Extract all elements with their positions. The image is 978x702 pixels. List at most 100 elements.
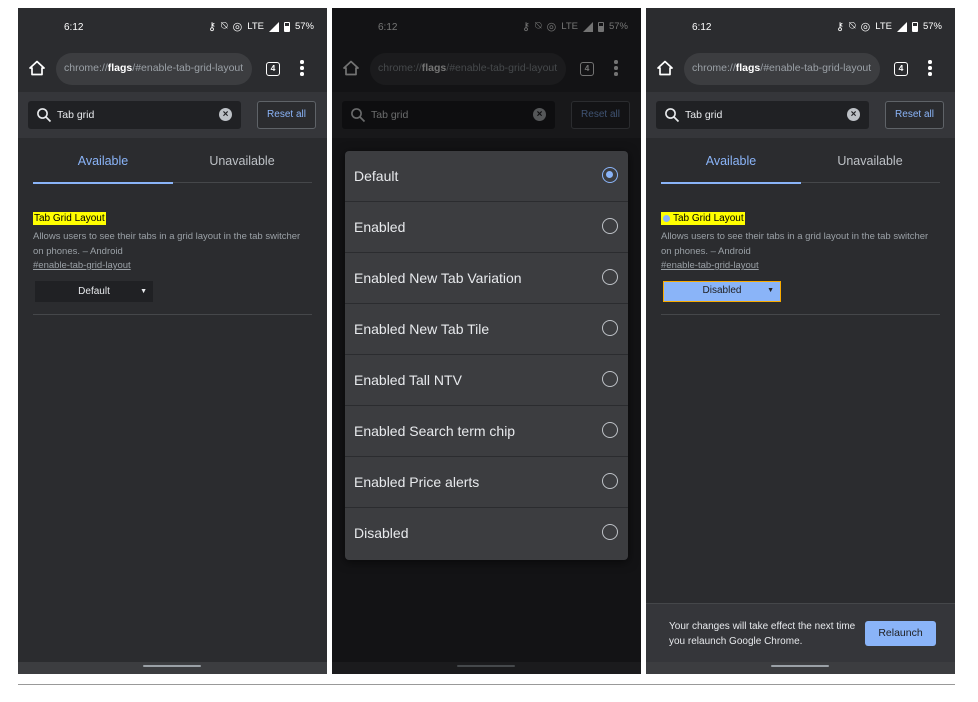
dropdown-option-label: Enabled [354,219,406,235]
search-input[interactable]: Tab grid × [28,101,241,129]
dropdown-option[interactable]: Default [345,151,628,202]
hotspot-icon: ◎ [860,21,871,33]
search-row: Tab grid × Reset all [18,92,327,138]
screenshot-dropdown-open: 6:12 ⚷ ⍉ ◎ LTE 57% chrome://flags/#enabl… [332,8,641,674]
flag-title: Tab Grid Layout [33,212,106,225]
reset-all-button[interactable]: Reset all [257,101,316,129]
flag-state-select[interactable]: Disabled ▼ [663,281,781,302]
url-scheme: chrome:// [64,62,108,74]
relaunch-button[interactable]: Relaunch [865,621,936,646]
flags-tab-bar: Available Unavailable [33,138,312,184]
battery-level: 57% [294,21,314,32]
notifications-off-icon: ⍉ [221,20,228,32]
flag-state-value: Default [78,286,110,297]
tab-available[interactable]: Available [33,138,173,184]
browser-toolbar: chrome://flags/#enable-tab-grid-layout 4 [18,46,327,92]
tab-available[interactable]: Available [661,138,801,184]
clear-search-icon[interactable]: × [219,108,232,121]
tab-unavailable[interactable]: Unavailable [800,138,940,183]
search-icon [665,108,680,123]
url-bar[interactable]: chrome://flags/#enable-tab-grid-layout [56,53,252,85]
radio-unselected-icon[interactable] [602,269,618,285]
search-icon [37,108,52,123]
signal-icon [896,21,907,32]
overflow-menu-icon[interactable] [299,60,305,78]
dropdown-option-label: Enabled Price alerts [354,474,480,490]
dropdown-option[interactable]: Enabled [345,202,628,253]
modified-dot-icon [663,214,670,222]
tab-unavailable[interactable]: Unavailable [172,138,312,183]
flag-title: Tab Grid Layout [661,212,745,225]
flag-description: Allows users to see their tabs in a grid… [33,231,301,257]
flag-title-text: Tab Grid Layout [673,213,744,224]
search-query: Tab grid [57,109,95,121]
tab-switcher-icon[interactable]: 4 [266,62,280,76]
relaunch-message: Your changes will take effect the next t… [669,621,856,647]
dropdown-option-label: Disabled [354,525,409,541]
network-label: LTE [247,21,264,32]
radio-selected-icon[interactable] [602,167,618,183]
radio-unselected-icon[interactable] [602,371,618,387]
flag-state-select[interactable]: Default ▼ [35,281,153,302]
url-path: /#enable-tab-grid-layout [760,62,872,74]
hotspot-icon: ◎ [232,21,243,33]
tab-switcher-icon[interactable]: 4 [894,62,908,76]
home-gesture-handle[interactable] [143,665,201,667]
radio-unselected-icon[interactable] [602,218,618,234]
search-input[interactable]: Tab grid × [656,101,869,129]
flag-title-text: Tab Grid Layout [34,213,105,224]
flags-tab-bar: Available Unavailable [661,138,940,184]
reset-all-button[interactable]: Reset all [885,101,944,129]
browser-toolbar: chrome://flags/#enable-tab-grid-layout 4 [646,46,955,92]
screenshot-disabled: 6:12 ⚷ ⍉ ◎ LTE 57% chrome://flags/#enabl… [646,8,955,674]
url-host: flags [107,62,133,74]
search-row: Tab grid × Reset all [646,92,955,138]
flag-entry: Tab Grid Layout Allows users to see thei… [661,208,940,315]
clear-search-icon[interactable]: × [847,108,860,121]
dropdown-option[interactable]: Disabled [345,508,628,559]
dropdown-option[interactable]: Enabled New Tab Variation [345,253,628,304]
notifications-off-icon: ⍉ [849,20,856,32]
signal-icon [268,21,279,32]
dropdown-option[interactable]: Enabled Price alerts [345,457,628,508]
dropdown-option[interactable]: Enabled Tall NTV [345,355,628,406]
dropdown-option-label: Enabled New Tab Tile [354,321,490,337]
radio-unselected-icon[interactable] [602,320,618,336]
dropdown-option[interactable]: Enabled Search term chip [345,406,628,457]
url-path: /#enable-tab-grid-layout [132,62,244,74]
status-icons: ⚷ ⍉ ◎ LTE 57% [208,20,314,33]
flag-permalink[interactable]: #enable-tab-grid-layout [33,260,312,271]
vpn-key-icon: ⚷ [207,21,217,33]
url-bar[interactable]: chrome://flags/#enable-tab-grid-layout [684,53,880,85]
dropdown-arrow-icon: ▼ [140,288,147,295]
home-icon[interactable] [29,60,45,76]
dropdown-arrow-icon: ▼ [767,287,774,294]
status-time: 6:12 [692,22,712,33]
flag-state-value: Disabled [702,285,742,296]
dropdown-option-label: Enabled New Tab Variation [354,270,522,286]
dropdown-option-label: Enabled Search term chip [354,423,516,439]
dropdown-option[interactable]: Enabled New Tab Tile [345,304,628,355]
overflow-menu-icon[interactable] [927,60,933,78]
status-time: 6:12 [64,22,84,33]
network-label: LTE [875,21,892,32]
home-gesture-handle[interactable] [771,665,829,667]
dropdown-option-label: Default [354,168,399,184]
status-bar: 6:12 ⚷ ⍉ ◎ LTE 57% [18,8,327,46]
flag-permalink[interactable]: #enable-tab-grid-layout [661,260,940,271]
radio-unselected-icon[interactable] [602,422,618,438]
radio-unselected-icon[interactable] [602,524,618,540]
bottom-divider [18,684,955,685]
search-query: Tab grid [685,109,723,121]
url-host: flags [735,62,761,74]
radio-unselected-icon[interactable] [602,473,618,489]
status-bar: 6:12 ⚷ ⍉ ◎ LTE 57% [646,8,955,46]
battery-icon [911,21,918,32]
gesture-nav-bar [18,662,327,674]
gesture-nav-bar [646,662,955,674]
battery-icon [283,21,290,32]
url-scheme: chrome:// [692,62,736,74]
vpn-key-icon: ⚷ [835,21,845,33]
home-icon[interactable] [657,60,673,76]
battery-level: 57% [922,21,942,32]
